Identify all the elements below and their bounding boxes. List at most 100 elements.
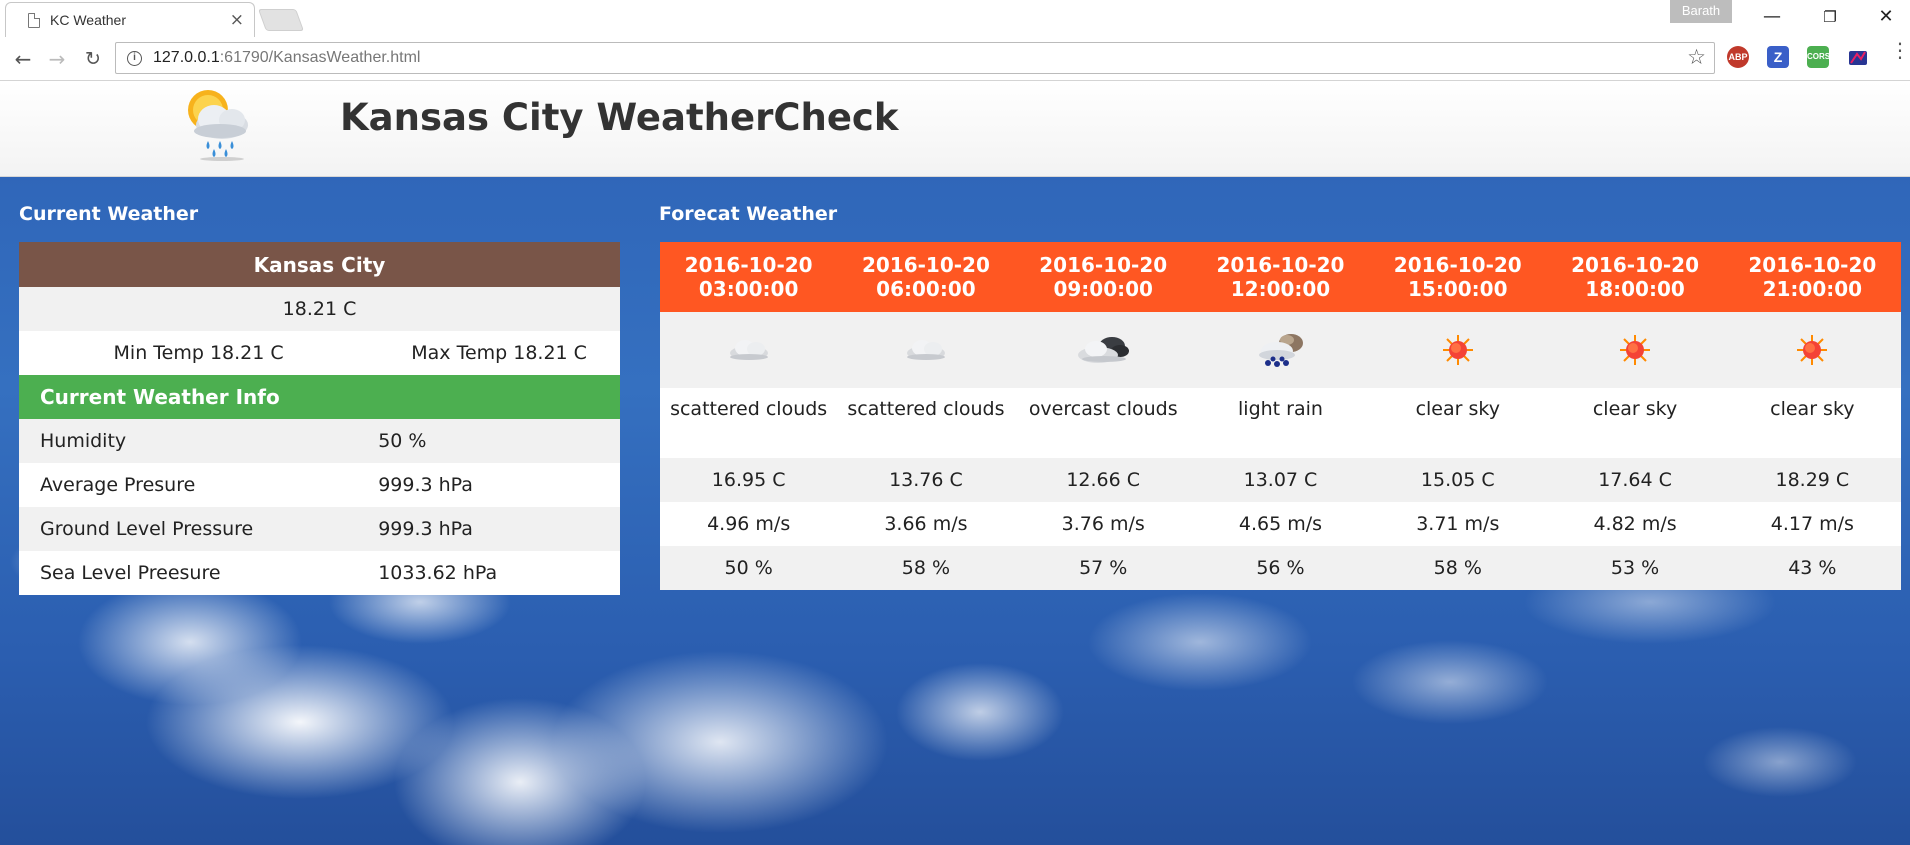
forecast-wind: 4.96 m/s — [660, 502, 838, 546]
info-heading-row: Current Weather Info — [19, 375, 620, 419]
forecast-time: 18:00:00 — [1585, 277, 1685, 301]
forecast-icon-cell — [1014, 312, 1192, 388]
forecast-humidity: 58 % — [837, 546, 1015, 590]
forecast-date: 2016-10-20 — [1216, 253, 1345, 277]
cors-icon[interactable]: CORS — [1807, 46, 1830, 68]
light-rain-icon — [1259, 334, 1304, 367]
minmax-row: Min Temp 18.21 C Max Temp 18.21 C — [19, 331, 620, 375]
forecast-humidity: 53 % — [1546, 546, 1724, 590]
forecast-temp: 18.29 C — [1723, 458, 1901, 502]
forecast-icon-cell — [837, 312, 1015, 388]
forecast-time: 15:00:00 — [1408, 277, 1508, 301]
forecast-date: 2016-10-20 — [1039, 253, 1168, 277]
temp-row: 18.21 C — [19, 287, 620, 331]
browser-menu-icon[interactable]: ⋮ — [1890, 40, 1910, 60]
page-icon — [28, 12, 40, 28]
forecast-humidity: 50 % — [660, 546, 838, 590]
min-temp: Min Temp 18.21 C — [19, 331, 379, 375]
city-name: Kansas City — [19, 242, 620, 287]
forecast-datetime: 2016-10-20 21:00:00 — [1723, 242, 1901, 312]
forecast-temp: 16.95 C — [660, 458, 838, 502]
back-icon[interactable]: ← — [8, 44, 38, 74]
clear-sky-icon — [1620, 335, 1651, 365]
max-temp: Max Temp 18.21 C — [378, 331, 620, 375]
zotero-icon[interactable]: Z — [1767, 46, 1789, 68]
forecast-wind: 4.65 m/s — [1191, 502, 1370, 546]
forecast-date: 2016-10-20 — [1748, 253, 1877, 277]
extension-icon[interactable] — [1847, 46, 1869, 68]
url-text: 127.0.0.1:61790/KansasWeather.html — [153, 49, 420, 67]
browser-tab[interactable]: KC Weather × — [5, 2, 255, 37]
overcast-clouds-icon — [1078, 337, 1130, 363]
forecast-wind: 4.17 m/s — [1723, 502, 1901, 546]
forecast-desc: clear sky — [1546, 388, 1724, 458]
clear-sky-icon — [1442, 335, 1473, 365]
table-row: Sea Level Preesure 1033.62 hPa — [19, 551, 620, 595]
info-rows: Humidity 50 % Average Presure 999.3 hPa … — [19, 419, 620, 595]
forecast-wind: 3.71 m/s — [1369, 502, 1547, 546]
bookmark-star-icon[interactable]: ☆ — [1687, 45, 1706, 69]
city-row: Kansas City — [19, 242, 620, 287]
table-row: Ground Level Pressure 999.3 hPa — [19, 507, 620, 551]
scattered-clouds-icon — [906, 340, 945, 360]
tab-close-icon[interactable]: × — [230, 10, 244, 30]
url-path: :61790/KansasWeather.html — [219, 49, 421, 66]
forecast-humidity: 57 % — [1014, 546, 1192, 590]
page-title: Kansas City WeatherCheck — [340, 96, 899, 139]
forecast-date: 2016-10-20 — [1571, 253, 1700, 277]
forecast-datetime: 2016-10-20 09:00:00 — [1014, 242, 1192, 312]
forecast-temp: 13.07 C — [1191, 458, 1370, 502]
forecast-table: 2016-10-20 03:00:00 2016-10-20 06:00:00 20… — [660, 242, 1901, 590]
info-label: Ground Level Pressure — [19, 507, 379, 551]
current-weather-heading: Current Weather — [19, 203, 199, 225]
profile-button[interactable]: Barath — [1670, 0, 1732, 23]
current-weather-table: Kansas City 18.21 C Min Temp 18.21 C Max… — [19, 242, 620, 595]
forecast-desc: light rain — [1191, 388, 1370, 458]
adblock-icon[interactable]: ABP — [1727, 46, 1749, 68]
forecast-datetime: 2016-10-20 12:00:00 — [1191, 242, 1370, 312]
forecast-temp: 15.05 C — [1369, 458, 1547, 502]
info-icon[interactable]: i — [127, 51, 142, 66]
restore-icon[interactable]: ❐ — [1810, 2, 1850, 32]
clear-sky-icon — [1797, 335, 1828, 365]
forecast-humidity: 56 % — [1191, 546, 1370, 590]
forward-icon[interactable]: → — [42, 44, 72, 74]
forecast-date: 2016-10-20 — [861, 253, 990, 277]
forecast-desc: overcast clouds — [1014, 388, 1192, 458]
info-value: 1033.62 hPa — [378, 551, 620, 595]
scattered-clouds-icon — [729, 340, 768, 360]
forecast-wind: 3.76 m/s — [1014, 502, 1192, 546]
forecast-wind: 4.82 m/s — [1546, 502, 1724, 546]
info-label: Humidity — [19, 419, 379, 463]
forecast-desc: clear sky — [1369, 388, 1547, 458]
close-window-icon[interactable]: ✕ — [1866, 2, 1906, 32]
new-tab-button[interactable] — [257, 9, 305, 31]
forecast-icon-cell — [1723, 312, 1901, 388]
table-row: Humidity 50 % — [19, 419, 620, 463]
sun-cloud-rain-icon — [178, 83, 258, 165]
reload-icon[interactable]: ↻ — [78, 44, 108, 74]
forecast-icon-cell — [1546, 312, 1724, 388]
forecast-humidity-row: 50 % 58 % 57 % 56 % 58 % 53 % 43 % — [660, 546, 1901, 590]
browser-tabstrip: KC Weather × Barath — ❐ ✕ — [0, 0, 1910, 37]
tab-title: KC Weather — [50, 12, 126, 28]
forecast-time: 03:00:00 — [698, 277, 799, 301]
forecast-header-row: 2016-10-20 03:00:00 2016-10-20 06:00:00 20… — [660, 242, 1901, 312]
page-viewport: Kansas City WeatherCheck Current Weather… — [0, 82, 1910, 845]
forecast-icon-cell — [1191, 312, 1370, 388]
table-row: Average Presure 999.3 hPa — [19, 463, 620, 507]
forecast-datetime: 2016-10-20 15:00:00 — [1369, 242, 1547, 312]
info-label: Sea Level Preesure — [19, 551, 379, 595]
address-bar[interactable]: i 127.0.0.1:61790/KansasWeather.html ☆ — [115, 42, 1715, 74]
forecast-icon-cell — [660, 312, 838, 388]
forecast-wind-row: 4.96 m/s 3.66 m/s 3.76 m/s 4.65 m/s 3.71… — [660, 502, 1901, 546]
forecast-desc: scattered clouds — [660, 388, 838, 458]
info-value: 999.3 hPa — [378, 463, 620, 507]
forecast-humidity: 43 % — [1723, 546, 1901, 590]
forecast-temp: 13.76 C — [837, 458, 1015, 502]
info-value: 999.3 hPa — [378, 507, 620, 551]
minimize-icon[interactable]: — — [1752, 2, 1792, 32]
forecast-datetime: 2016-10-20 06:00:00 — [837, 242, 1015, 312]
forecast-desc: scattered clouds — [837, 388, 1015, 458]
forecast-wind: 3.66 m/s — [837, 502, 1015, 546]
